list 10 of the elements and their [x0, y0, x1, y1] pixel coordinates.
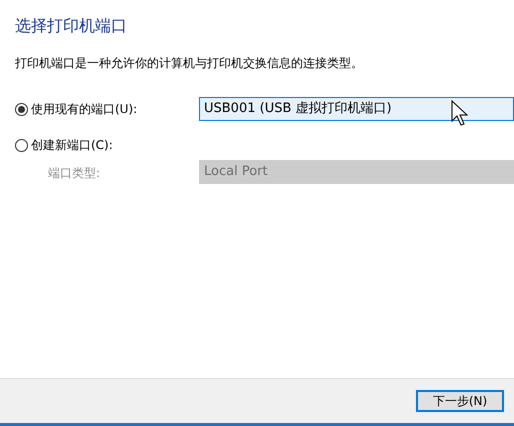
- option-label: 使用现有的端口(U):: [31, 101, 138, 118]
- radio-button[interactable]: [15, 138, 28, 152]
- page-title: 选择打印机端口: [15, 15, 128, 37]
- option-label: 创建新端口(C):: [31, 137, 113, 154]
- description: 打印机端口是一种允许你的计算机与打印机交换信息的连接类型。: [15, 55, 364, 72]
- port-select-field[interactable]: USB001 (USB 虚拟打印机端口): [199, 97, 514, 121]
- port-type-label: 端口类型:: [48, 166, 100, 180]
- radio-button[interactable]: [15, 102, 28, 116]
- next-button[interactable]: 下一步(N): [416, 390, 504, 412]
- cursor-icon: [451, 100, 468, 126]
